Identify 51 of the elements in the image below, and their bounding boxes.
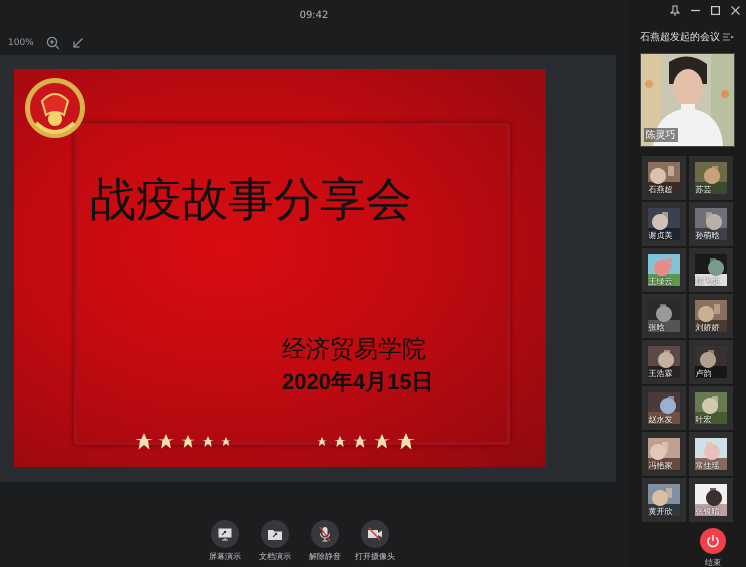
screen-button[interactable]: 屏幕演示: [203, 520, 247, 562]
document-button[interactable]: 文档演示: [253, 520, 297, 562]
monitor-icon: [218, 528, 232, 540]
participant-tile[interactable]: 刘娇娇: [688, 294, 732, 338]
participant-name: 叶宏: [696, 414, 712, 425]
collapse-arrow-icon[interactable]: [72, 36, 84, 48]
slide-title: 战疫故事分享会: [90, 171, 412, 228]
speaker-name: 陈灵巧: [644, 128, 678, 142]
participant-tile[interactable]: 卢韵: [688, 340, 732, 384]
participant-tile[interactable]: 石燕超: [642, 156, 686, 200]
participant-name: 张晗: [648, 322, 664, 333]
participant-name: 卢韵: [696, 368, 712, 379]
participant-name: 王浩霖: [648, 368, 672, 379]
participant-tile[interactable]: 叶宏: [688, 386, 732, 430]
participant-tile[interactable]: 苏芸: [688, 156, 732, 200]
close-icon[interactable]: [731, 6, 740, 14]
participant-tile[interactable]: 黄开欣: [642, 478, 686, 522]
participant-name: 刘娇娇: [696, 322, 720, 333]
participant-name: 石燕超: [648, 184, 672, 195]
emblem-icon: [22, 75, 88, 141]
camera-button[interactable]: 打开摄像头: [353, 520, 397, 562]
participant-tile[interactable]: 孙萌晗: [688, 202, 732, 246]
participant-name: 谢贞美: [648, 230, 672, 241]
maximize-icon[interactable]: [711, 6, 720, 14]
participant-tile[interactable]: 谢贞美: [642, 202, 686, 246]
mic-button[interactable]: 解除静音: [303, 520, 347, 562]
participant-tile[interactable]: 常佳瑶: [688, 432, 732, 476]
participant-tile[interactable]: 赵永发: [642, 386, 686, 430]
zoom-level: 100%: [8, 38, 34, 48]
participant-name: 陈飞龙: [696, 276, 720, 287]
zoom-in-icon[interactable]: [46, 36, 60, 50]
pin-icon[interactable]: [670, 4, 680, 16]
participant-tile[interactable]: 陈飞龙: [688, 248, 732, 292]
participant-name: 张银晴: [696, 506, 720, 517]
slide-date: 2020年4月15日: [282, 368, 434, 396]
participant-tile[interactable]: 张晗: [642, 294, 686, 338]
participant-name: 常佳瑶: [696, 460, 720, 471]
participant-name: 赵永发: [648, 414, 672, 425]
list-icon[interactable]: [723, 33, 734, 41]
folder-icon: [268, 528, 282, 540]
participant-name: 孙萌晗: [696, 230, 720, 241]
participant-name: 黄开欣: [648, 506, 672, 517]
power-icon: [706, 534, 720, 548]
slide-organizer: 经济贸易学院: [282, 334, 426, 365]
participant-tile[interactable]: 冯艳家: [642, 432, 686, 476]
participant-name: 冯艳家: [648, 460, 672, 471]
meeting-title: 石燕超发起的会议: [640, 30, 720, 44]
participant-name: 王绿云: [648, 276, 672, 287]
clock-time: 09:42: [300, 10, 328, 20]
participant-name: 苏芸: [696, 184, 712, 195]
participant-tile[interactable]: 王浩霖: [642, 340, 686, 384]
